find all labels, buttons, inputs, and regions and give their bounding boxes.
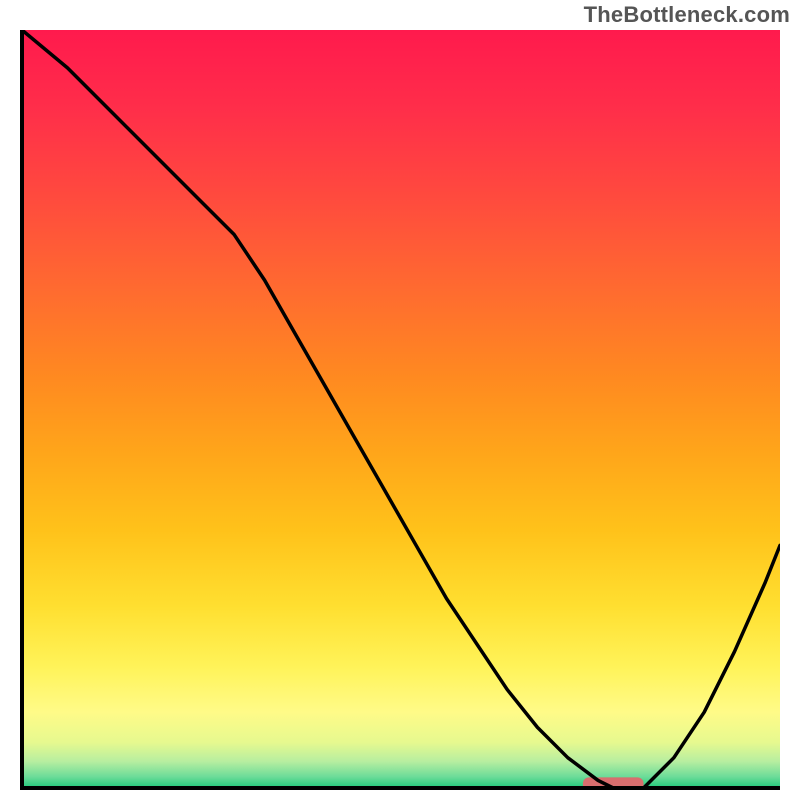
chart-container: TheBottleneck.com xyxy=(0,0,800,800)
plot-area xyxy=(20,30,780,790)
bottleneck-chart xyxy=(20,30,780,790)
watermark-text: TheBottleneck.com xyxy=(584,2,790,28)
gradient-background xyxy=(22,30,780,788)
